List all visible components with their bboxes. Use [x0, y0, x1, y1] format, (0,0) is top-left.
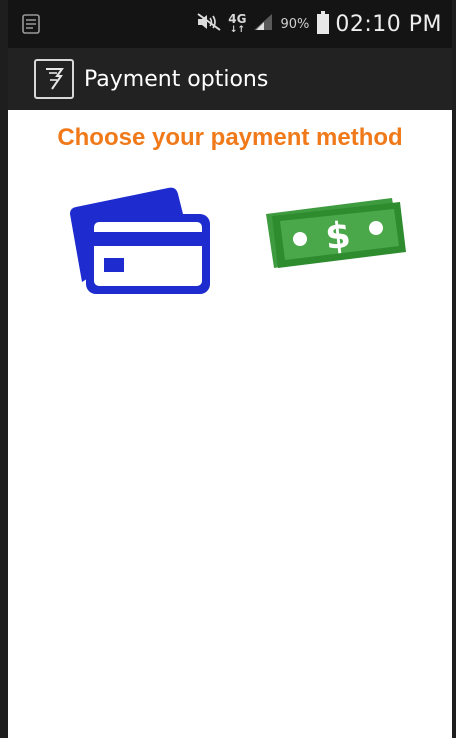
- page-title: Payment options: [84, 66, 269, 92]
- battery-percent: 90%: [280, 16, 310, 32]
- network-type-label: 4G: [228, 12, 247, 26]
- battery-icon: [317, 11, 330, 34]
- credit-card-option[interactable]: [66, 178, 216, 298]
- mute-icon: [196, 12, 222, 36]
- cash-icon: $: [266, 198, 406, 268]
- app-logo-icon[interactable]: [34, 59, 74, 99]
- clock: 02:10 PM: [335, 11, 442, 37]
- cash-option[interactable]: $: [260, 186, 410, 286]
- notification-icon: [22, 14, 40, 38]
- network-4g-icon: 4G ↓↑: [228, 13, 246, 35]
- payment-heading: Choose your payment method: [57, 124, 403, 151]
- status-bar: 4G ↓↑ 90% 02:10 PM: [8, 0, 452, 48]
- action-bar: Payment options: [8, 48, 452, 110]
- svg-text:$: $: [323, 215, 352, 258]
- signal-icon: [252, 12, 274, 36]
- network-activity-label: ↓↑: [229, 25, 245, 35]
- credit-card-icon: [70, 187, 210, 294]
- main-content: Choose your payment method $: [8, 110, 452, 738]
